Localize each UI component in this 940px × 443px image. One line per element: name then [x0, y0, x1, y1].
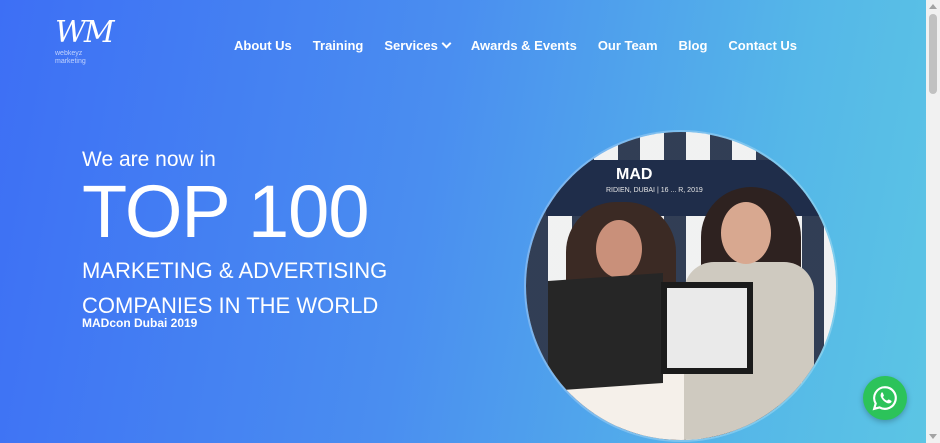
person-right-face: [721, 202, 771, 264]
nav-contact-us[interactable]: Contact Us: [728, 38, 797, 53]
award-photo: MAD RIDIEN, DUBAI | 16 ... R, 2019: [526, 132, 836, 440]
logo-mark: WM: [55, 15, 115, 50]
hero-line-1: MARKETING & ADVERTISING: [82, 258, 388, 283]
site-logo[interactable]: WM webkeyz marketing: [55, 18, 115, 76]
nav-blog[interactable]: Blog: [679, 38, 708, 53]
hero-caption: MADcon Dubai 2019: [82, 316, 198, 330]
photo-banner-subtext: RIDIEN, DUBAI | 16 ... R, 2019: [606, 187, 703, 194]
certificate-paper: [667, 288, 747, 368]
photo-banner-text: MAD: [616, 166, 653, 183]
nav-services[interactable]: Services: [384, 38, 452, 53]
hero-intro: We are now in: [82, 148, 216, 171]
award-folder: [548, 272, 663, 392]
person-left-face: [596, 220, 642, 278]
nav-services-label: Services: [384, 38, 438, 53]
nav-training[interactable]: Training: [313, 38, 364, 53]
whatsapp-icon: [872, 386, 897, 411]
vertical-scrollbar[interactable]: [926, 0, 940, 443]
main-navigation: About Us Training Services Awards & Even…: [234, 38, 818, 53]
hero-headline: TOP 100: [82, 170, 369, 253]
nav-about-us[interactable]: About Us: [234, 38, 292, 53]
whatsapp-chat-button[interactable]: [863, 376, 907, 420]
scroll-down-arrow-icon[interactable]: [929, 434, 937, 439]
nav-awards-events[interactable]: Awards & Events: [471, 38, 577, 53]
scroll-up-arrow-icon[interactable]: [929, 4, 937, 9]
chevron-down-icon: [441, 38, 452, 49]
page: WM webkeyz marketing About Us Training S…: [0, 0, 926, 443]
logo-tagline: webkeyz marketing: [55, 50, 86, 65]
award-certificate: [661, 282, 753, 374]
nav-our-team[interactable]: Our Team: [598, 38, 658, 53]
scrollbar-thumb[interactable]: [929, 14, 937, 94]
